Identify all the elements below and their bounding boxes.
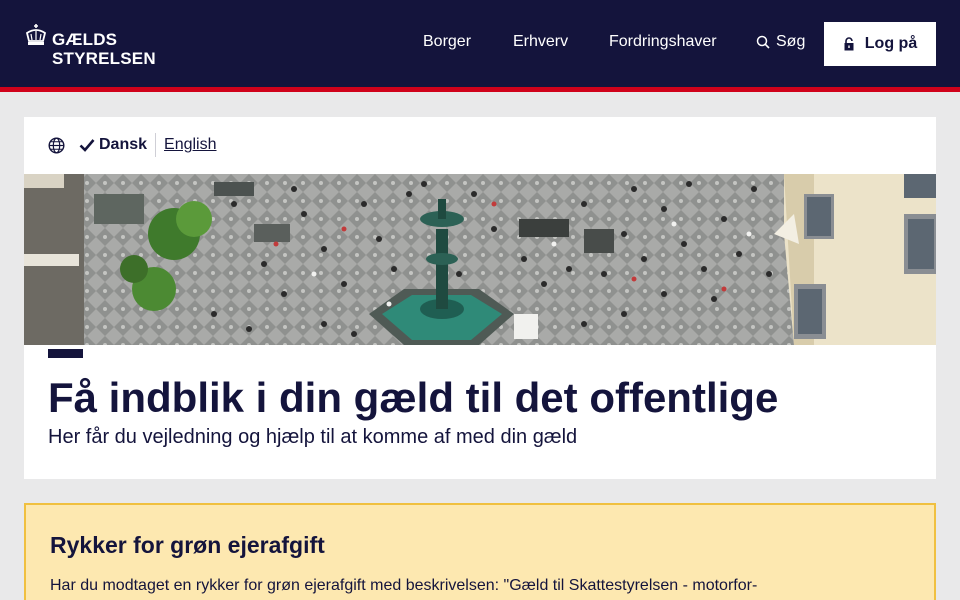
lock-icon	[844, 37, 854, 51]
language-english-link[interactable]: English	[164, 136, 216, 154]
login-button[interactable]: Log på	[824, 22, 936, 66]
crown-icon	[25, 24, 47, 45]
nav-erhverv[interactable]: Erhverv	[513, 33, 568, 51]
logo-line-2: STYRELSEN	[52, 49, 156, 68]
login-label: Log på	[864, 35, 918, 52]
notice-body: Har du modtaget en rykker for grøn ejera…	[50, 577, 758, 594]
language-dansk[interactable]: Dansk	[99, 136, 147, 154]
city-square-photo	[24, 174, 936, 345]
title-accent-bar	[48, 349, 83, 358]
site-logo[interactable]: GÆLDS STYRELSEN	[24, 22, 174, 68]
notice-title: Rykker for grøn ejerafgift	[50, 532, 325, 558]
logo-wordmark: GÆLDS STYRELSEN	[52, 30, 156, 68]
globe-icon	[48, 136, 65, 154]
header-accent-line	[0, 87, 960, 92]
notice-box: Rykker for grøn ejerafgift Har du modtag…	[24, 503, 936, 600]
page-subtitle: Her får du vejledning og hjælp til at ko…	[48, 426, 578, 448]
hero-card: Dansk English Få indblik i din gæld til …	[24, 117, 936, 479]
search-icon	[756, 35, 770, 49]
language-divider	[155, 133, 157, 157]
page-title: Få indblik i din gæld til det offentlige	[48, 374, 779, 421]
nav-borger[interactable]: Borger	[423, 33, 471, 51]
search-label: Søg	[776, 33, 806, 50]
nav-fordringshaver[interactable]: Fordringshaver	[609, 33, 717, 51]
search-button[interactable]: Søg	[756, 33, 805, 51]
language-switcher: Dansk English	[48, 133, 217, 157]
check-icon	[79, 139, 95, 152]
site-header: GÆLDS STYRELSEN Borger Erhverv Fordrings…	[0, 0, 960, 87]
hero-image	[24, 174, 936, 345]
logo-line-1: GÆLDS	[52, 30, 118, 49]
